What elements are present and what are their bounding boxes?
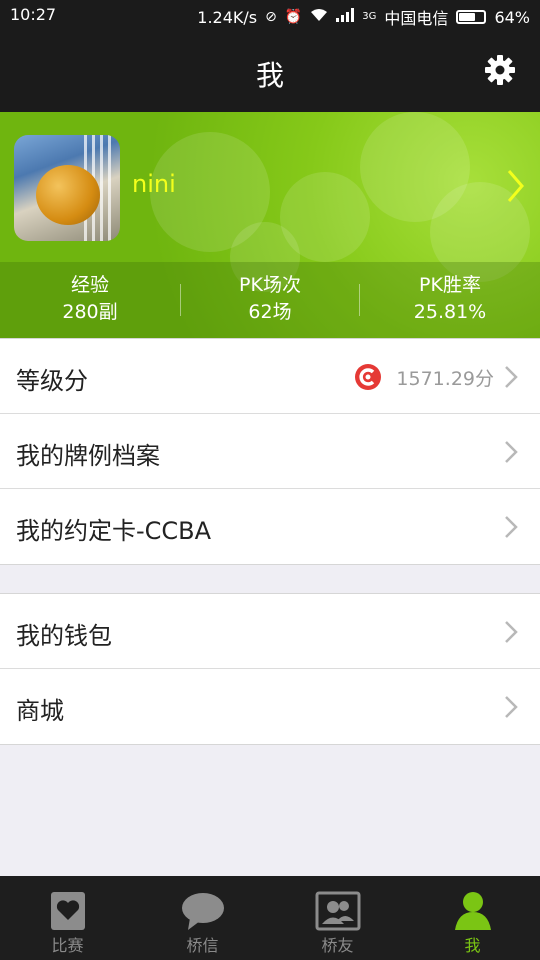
vibrate-off-icon: ⊘ — [265, 9, 277, 25]
battery-percent: 64% — [494, 7, 530, 27]
carrier-name: 中国电信 — [384, 9, 449, 28]
menu-item-convention-card[interactable]: 我的约定卡-CCBA — [0, 489, 540, 564]
tab-messages[interactable]: 桥信 — [135, 876, 270, 960]
stat-label: 经验 — [70, 274, 109, 296]
network-type: 3G — [362, 11, 377, 22]
menu-group-account: 我的钱包 商城 — [0, 593, 540, 745]
tab-label: 桥友 — [321, 936, 354, 955]
heart-card-icon — [45, 890, 91, 932]
chevron-right-icon — [504, 620, 518, 644]
contacts-icon — [315, 890, 361, 932]
tab-matches[interactable]: 比赛 — [0, 876, 135, 960]
stat-experience: 经验 280副 — [0, 262, 180, 338]
signal-icon — [336, 8, 355, 26]
stat-value: 62场 — [248, 301, 292, 323]
stat-label: PK场次 — [239, 274, 301, 296]
chat-bubble-icon — [180, 890, 226, 932]
tab-label: 我 — [464, 936, 481, 955]
chevron-right-icon — [504, 695, 518, 719]
chevron-right-icon — [504, 515, 518, 539]
ranking-badge-icon — [354, 363, 382, 391]
page-title: 我 — [255, 59, 284, 92]
status-bar: 10:27 1.24K/s ⊘ ⏰ 3G 中国电信 64% — [0, 0, 540, 30]
net-speed: 1.24K/s — [197, 7, 258, 27]
battery-icon — [456, 10, 487, 24]
wifi-icon — [310, 8, 328, 26]
stat-pk-matches: PK场次 62场 — [180, 262, 360, 338]
tab-label: 比赛 — [51, 936, 84, 955]
stat-label: PK胜率 — [419, 274, 481, 296]
menu-item-wallet[interactable]: 我的钱包 — [0, 594, 540, 669]
rating-score: 1571.29分 — [396, 368, 494, 390]
avatar-ball — [36, 165, 100, 225]
menu-item-label: 商城 — [16, 697, 64, 725]
profile-stats: 经验 280副 PK场次 62场 PK胜率 25.81% — [0, 262, 540, 338]
avatar[interactable] — [14, 135, 120, 241]
menu-item-label: 等级分 — [16, 367, 88, 395]
menu-item-deal-archive[interactable]: 我的牌例档案 — [0, 414, 540, 489]
app-header: 我 — [0, 30, 540, 112]
menu-item-label: 我的钱包 — [16, 622, 112, 650]
username: nini — [132, 170, 176, 198]
profile-banner[interactable]: nini 经验 280副 PK场次 62场 PK胜率 25.81% — [0, 112, 540, 338]
stat-pk-winrate: PK胜率 25.81% — [360, 262, 540, 338]
chevron-right-icon — [506, 168, 526, 204]
stat-value: 280副 — [62, 301, 118, 323]
stat-value: 25.81% — [413, 301, 487, 323]
person-icon — [450, 890, 496, 932]
chevron-right-icon — [504, 365, 518, 389]
tab-friends[interactable]: 桥友 — [270, 876, 405, 960]
menu-item-store[interactable]: 商城 — [0, 669, 540, 744]
tab-me[interactable]: 我 — [405, 876, 540, 960]
gear-icon[interactable] — [484, 54, 516, 86]
menu-item-rating[interactable]: 等级分 1571.29分 — [0, 339, 540, 414]
menu-item-label: 我的约定卡-CCBA — [16, 517, 212, 545]
tab-label: 桥信 — [186, 936, 219, 955]
menu-group-profile: 等级分 1571.29分 我的牌例档案 我的约定卡-CCBA — [0, 338, 540, 565]
bottom-tab-bar: 比赛 桥信 桥友 我 — [0, 876, 540, 960]
status-time: 10:27 — [10, 5, 57, 24]
status-indicators: 1.24K/s ⊘ ⏰ 3G 中国电信 64% — [197, 5, 530, 29]
alarm-icon: ⏰ — [284, 9, 303, 25]
chevron-right-icon — [504, 440, 518, 464]
menu-item-label: 我的牌例档案 — [16, 442, 160, 470]
